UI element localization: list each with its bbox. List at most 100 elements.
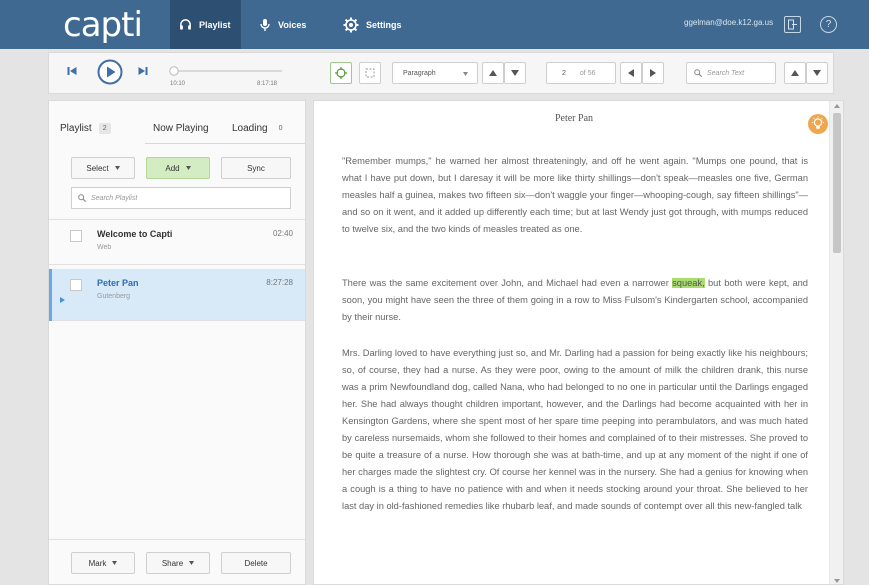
arrow-down-icon [511,70,519,76]
delete-button-label: Delete [244,558,268,568]
lightbulb-button[interactable] [808,114,828,134]
search-playlist-input[interactable]: Search Playlist [71,187,291,209]
gear-icon [343,17,359,32]
item-duration: 8:27:28 [266,278,293,287]
skip-back-icon [67,67,77,75]
paragraph-3: Mrs. Darling loved to have everything ju… [342,348,808,511]
skip-forward-icon [138,67,148,75]
capti-logo[interactable]: capti [63,5,143,45]
tab-active-gap [49,143,145,144]
next-page-button[interactable] [642,62,664,84]
item-source: Gutenberg [97,293,131,300]
item-checkbox[interactable] [70,230,82,242]
select-button-label: Select [86,163,109,173]
delete-button[interactable]: Delete [221,552,291,574]
item-title: Welcome to Capti [97,229,173,239]
crosshair-icon [335,67,347,79]
reader-scrollbar[interactable] [829,101,843,584]
document-reader: Peter Pan "Remember mumps," he warned he… [313,100,844,585]
select-button[interactable]: Select [71,157,135,179]
search-text-placeholder: Search Text [707,69,745,77]
play-button[interactable] [97,59,123,85]
arrow-right-icon [650,69,656,77]
user-email[interactable]: ggelman@doe.k12.ga.us [684,18,773,27]
scroll-thumb[interactable] [833,113,841,253]
scroll-up-icon[interactable] [834,104,840,108]
nav-playlist-label: Playlist [199,19,231,30]
now-playing-icon [60,297,65,303]
tab-playlist-label: Playlist [60,123,92,134]
progress-slider[interactable] [169,65,284,77]
microphone-icon [260,18,270,31]
top-navbar: capti Playlist Voices Settings ggelman@d… [0,0,869,49]
loading-count-badge: 0 [278,125,283,132]
search-icon [694,69,702,77]
paragraph-2: There was the same excitement over John,… [342,275,808,326]
mark-button-label: Mark [88,558,107,568]
item-duration: 02:40 [272,229,293,238]
footer-divider [49,539,305,540]
skip-back-button[interactable] [67,66,77,76]
playlist-item-welcome[interactable]: Welcome to Capti Web 02:40 [49,219,305,265]
arrow-down-icon [813,70,821,76]
chevron-down-icon [112,561,118,565]
help-icon[interactable]: ? [820,16,837,33]
arrow-left-icon [628,69,634,77]
paragraph-2-text-start: There was the same excitement over John,… [342,278,673,288]
tab-loading-label: Loading [232,123,268,134]
next-unit-button[interactable] [504,62,526,84]
sync-button-label: Sync [247,163,265,173]
item-source: Web [97,244,112,251]
layout-button[interactable] [359,62,381,84]
prev-unit-button[interactable] [482,62,504,84]
nav-settings-label: Settings [366,19,402,30]
logout-icon[interactable] [784,16,801,33]
search-prev-button[interactable] [784,62,806,84]
item-checkbox[interactable] [70,279,82,291]
skip-forward-button[interactable] [138,66,148,76]
unit-select-value: Paragraph [403,69,436,77]
play-icon [97,59,123,85]
nav-settings[interactable]: Settings [343,0,402,49]
nav-playlist[interactable]: Playlist [170,0,241,49]
tab-now-playing[interactable]: Now Playing [153,123,209,134]
document-title: Peter Pan [554,113,594,124]
mark-button[interactable]: Mark [71,552,135,574]
player-toolbar: 10:10 8:17:18 Paragraph 2 of 56 Search T… [48,52,834,94]
page-of: of 56 [579,69,596,77]
playlist-item-peter-pan[interactable]: Peter Pan Gutenberg 8:27:28 [49,269,305,321]
playlist-count-badge: 2 [98,123,111,134]
dashed-square-icon [365,68,375,78]
playlist-panel: Playlist 2 Now Playing Loading 0 Select … [48,100,306,585]
add-button-label: Add [165,163,180,173]
tab-playlist[interactable]: Playlist 2 [60,123,111,134]
chevron-down-icon [114,166,120,170]
tab-underline [145,143,305,144]
arrow-up-icon [791,70,799,76]
sync-button[interactable]: Sync [221,157,291,179]
door-icon [788,19,797,30]
tab-loading[interactable]: Loading 0 [232,123,287,134]
nav-voices[interactable]: Voices [259,0,306,49]
page-field[interactable]: 2 of 56 [546,62,616,84]
chevron-down-icon [189,561,195,565]
headphones-icon [180,19,191,30]
chevron-down-icon [463,72,468,76]
nav-voices-label: Voices [278,19,307,30]
paragraph-1: "Remember mumps," he warned her almost t… [342,156,808,234]
chevron-down-icon [185,166,191,170]
follow-button[interactable] [330,62,352,84]
search-text-field[interactable]: Search Text [686,62,776,84]
scroll-down-icon[interactable] [834,579,840,583]
tab-now-playing-label: Now Playing [153,123,209,134]
share-button[interactable]: Share [146,552,210,574]
add-button[interactable]: Add [146,157,210,179]
page-value: 2 [562,69,566,77]
share-button-label: Share [161,558,184,568]
search-next-button[interactable] [806,62,828,84]
selection-bar [49,269,52,321]
search-icon [78,194,86,202]
total-time: 8:17:18 [257,81,278,87]
prev-page-button[interactable] [620,62,642,84]
unit-select[interactable]: Paragraph [392,62,478,84]
